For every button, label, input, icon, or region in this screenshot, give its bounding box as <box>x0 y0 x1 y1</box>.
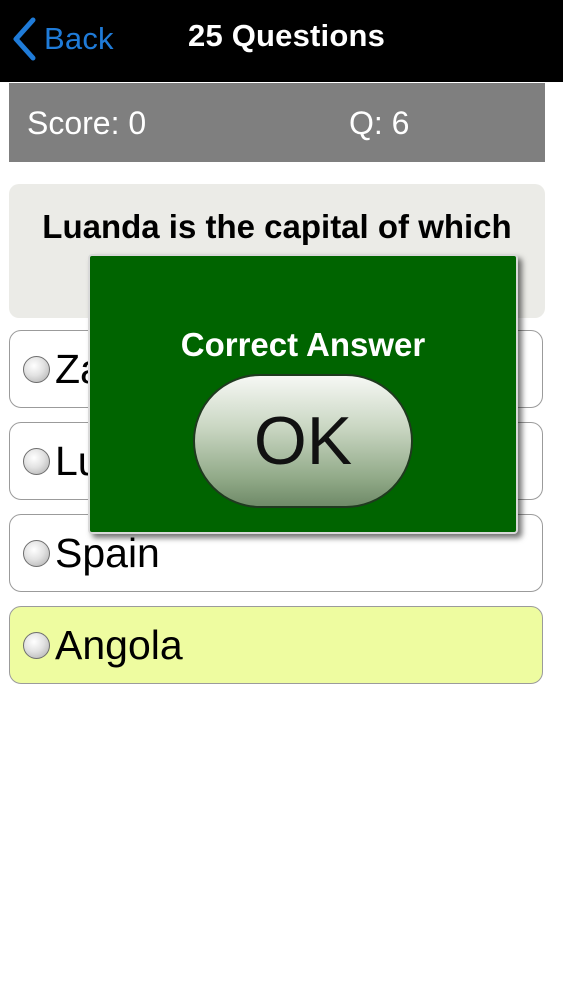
back-label: Back <box>44 21 114 56</box>
chevron-left-icon <box>13 17 36 61</box>
navigation-bar: Back 25 Questions <box>0 0 563 82</box>
answer-option-4[interactable]: Angola <box>9 606 543 684</box>
question-text: Luanda is the capital of which <box>42 208 512 245</box>
ok-button[interactable]: OK <box>193 374 413 508</box>
answer-label: Spain <box>55 530 160 576</box>
page-title: 25 Questions <box>188 18 386 53</box>
result-dialog: Correct Answer OK <box>88 254 518 534</box>
answer-label: Angola <box>55 622 183 668</box>
dialog-title: Correct Answer <box>180 326 426 363</box>
back-button[interactable]: Back <box>12 14 114 64</box>
radio-unchecked-icon[interactable] <box>23 356 50 383</box>
radio-unchecked-icon[interactable] <box>23 632 50 659</box>
radio-unchecked-icon[interactable] <box>23 540 50 567</box>
question-number: Q: 6 <box>349 105 410 141</box>
score-bar: Score: 0 Q: 6 <box>9 83 545 162</box>
score-text: Score: 0 <box>27 105 147 141</box>
quiz-screen: Back 25 Questions Score: 0 Q: 6 Luanda i… <box>0 0 563 1000</box>
radio-unchecked-icon[interactable] <box>23 448 50 475</box>
ok-button-label: OK <box>253 403 353 479</box>
